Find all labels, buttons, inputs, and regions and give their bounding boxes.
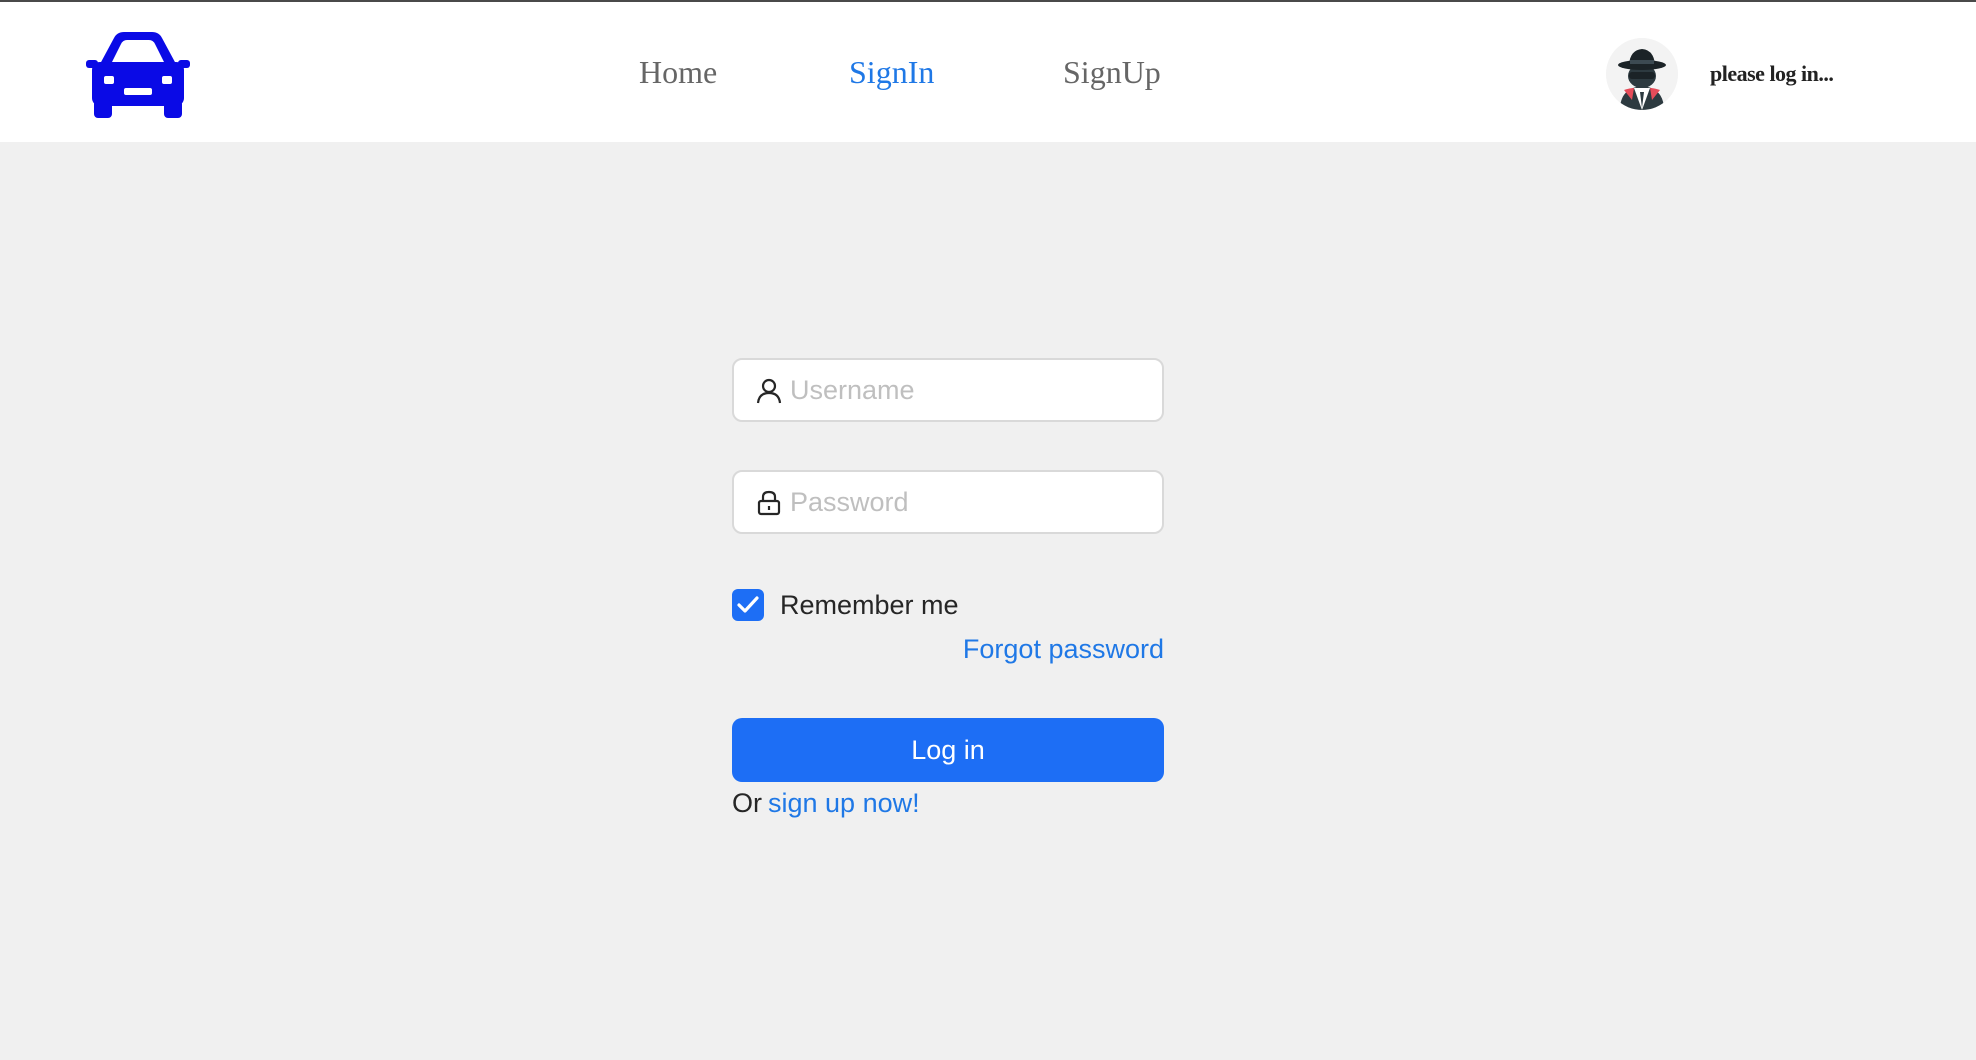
- lock-icon: [756, 490, 782, 516]
- username-field[interactable]: [732, 358, 1164, 422]
- user-icon: [756, 378, 782, 404]
- signup-link[interactable]: sign up now!: [768, 788, 920, 818]
- top-header: Home SignIn SignUp please log in...: [0, 0, 1976, 142]
- username-input[interactable]: [790, 360, 1150, 420]
- checkbox-checked-icon[interactable]: [732, 589, 764, 621]
- password-input[interactable]: [790, 472, 1150, 532]
- signup-prompt: Or sign up now!: [732, 786, 920, 820]
- signup-prefix: Or: [732, 788, 762, 818]
- remember-me-checkbox[interactable]: Remember me: [732, 588, 959, 622]
- password-field[interactable]: [732, 470, 1164, 534]
- forgot-password-link[interactable]: Forgot password: [963, 632, 1164, 666]
- car-icon[interactable]: [86, 30, 190, 118]
- remember-me-label: Remember me: [780, 589, 959, 620]
- nav-home[interactable]: Home: [639, 52, 717, 92]
- login-status-text: please log in...: [1710, 61, 1834, 86]
- nav-signup[interactable]: SignUp: [1063, 52, 1161, 92]
- login-button[interactable]: Log in: [732, 718, 1164, 782]
- spy-avatar-icon[interactable]: [1606, 38, 1678, 110]
- nav-signin[interactable]: SignIn: [849, 52, 934, 92]
